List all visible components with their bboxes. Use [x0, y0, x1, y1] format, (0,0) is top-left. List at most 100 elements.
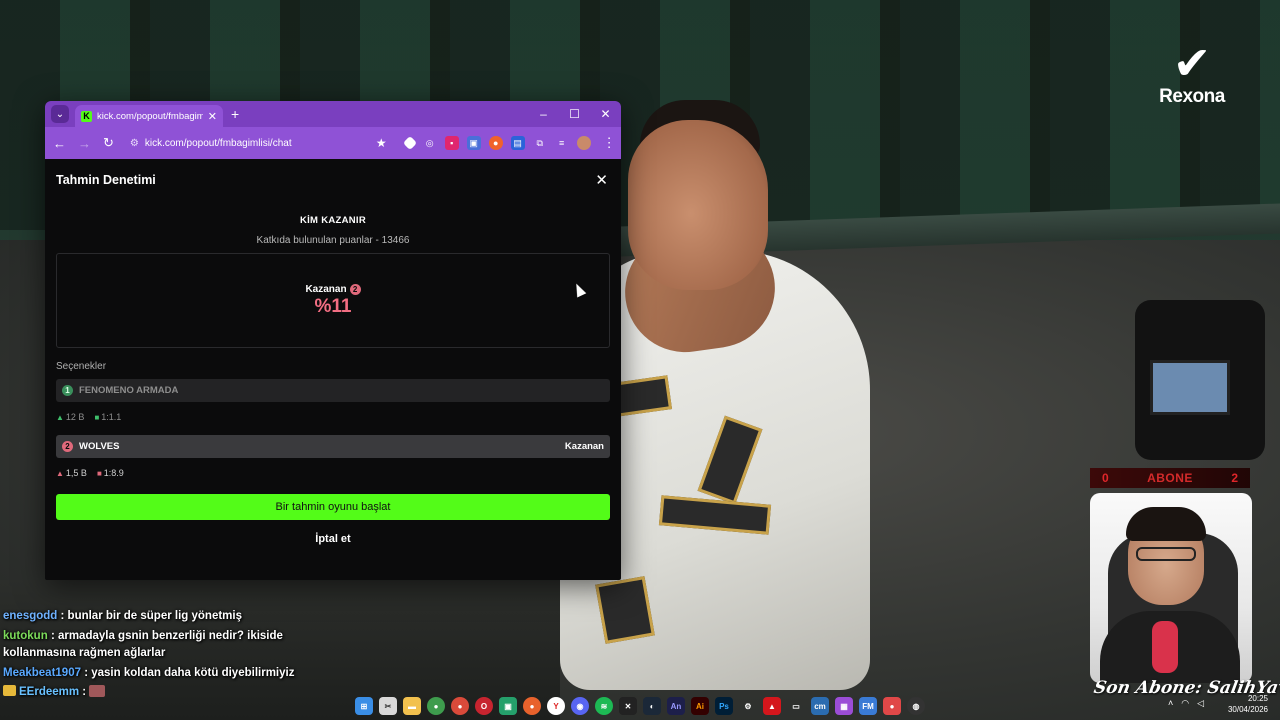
adobe-animate-icon[interactable]: An	[667, 697, 685, 715]
tray-up-icon[interactable]: ˄	[1168, 698, 1173, 709]
chat-text: : bunlar bir de süper lig yönetmiş	[60, 610, 242, 622]
fm-app-icon[interactable]: FM	[859, 697, 877, 715]
file-explorer-icon[interactable]: ▬	[403, 697, 421, 715]
cm-app-icon[interactable]: cm	[811, 697, 829, 715]
browser-tab[interactable]: K kick.com/popout/fmbagimlisi/c ✕	[75, 105, 223, 127]
streamer-webcam	[1090, 493, 1252, 683]
tab-search-icon[interactable]: ⌄	[51, 105, 69, 123]
option-name: WOLVES	[79, 441, 120, 452]
capcut-icon[interactable]: ✕	[619, 697, 637, 715]
prediction-panel: Tahmin Denetimi ✕ KİM KAZANIR Katkıda bu…	[45, 159, 621, 545]
chat-message: Meakbeat1907 : yasin koldan daha kötü di…	[3, 665, 303, 683]
forward-icon[interactable]: →	[78, 136, 91, 151]
option-row-1[interactable]: 1 FENOMENO ARMADA	[56, 379, 610, 402]
panel-title: Tahmin Denetimi	[56, 173, 156, 187]
extensions-puzzle-icon[interactable]: ⧉	[533, 136, 547, 150]
minimize-button[interactable]: –	[528, 107, 559, 121]
option-ratio: 1:8.9	[103, 468, 124, 478]
option-name: FENOMENO ARMADA	[79, 385, 179, 396]
settings-icon[interactable]: ⚙	[739, 697, 757, 715]
taskbar-clock[interactable]: 20:25 30/04/2026	[1228, 693, 1268, 715]
adobe-photoshop-icon[interactable]: Ps	[715, 697, 733, 715]
winner-tag: Kazanan	[564, 441, 604, 452]
start-prediction-button[interactable]: Bir tahmin oyunu başlat	[56, 494, 610, 520]
winner-badge: 2	[349, 283, 361, 295]
option-index-badge: 2	[62, 441, 73, 452]
extension-window-icon[interactable]: ▣	[466, 136, 481, 150]
back-icon[interactable]: ←	[53, 136, 66, 151]
reload-icon[interactable]: ↻	[103, 135, 114, 151]
option-stats-2: ▲ 1,5 B ■ 1:8.9	[56, 466, 610, 480]
option-points: 12 B	[65, 412, 85, 422]
steam-icon[interactable]: ◐	[643, 697, 661, 715]
tab-close-icon[interactable]: ✕	[208, 110, 217, 123]
ratio-icon: ■	[96, 469, 102, 478]
app-green-icon[interactable]: ▣	[499, 697, 517, 715]
windows-start-icon[interactable]: ⊞	[355, 697, 373, 715]
counter-label: ABONE	[1147, 471, 1193, 485]
contributed-points: Katkıda bulunulan puanlar - 13466	[256, 235, 410, 246]
site-info-icon[interactable]: ⚙	[130, 138, 139, 149]
profile-avatar-icon[interactable]	[576, 136, 591, 150]
chat-message: enesgodd : bunlar bir de süper lig yönet…	[3, 608, 303, 626]
cancel-button[interactable]: İptal et	[56, 533, 610, 545]
chat-username: kutokun	[3, 629, 48, 642]
reading-list-icon[interactable]: ≡	[555, 136, 569, 150]
firefox-icon[interactable]: ●	[523, 697, 541, 715]
option-stats-1: ▲ 12 B ■ 1:1.1	[56, 410, 610, 424]
yandex-icon[interactable]: Y	[547, 697, 565, 715]
snipping-tool-icon[interactable]: ✂	[379, 697, 397, 715]
chat-username: Meakbeat1907	[3, 666, 81, 679]
opera-icon[interactable]: O	[475, 697, 493, 715]
points-icon: ▲	[56, 413, 64, 422]
kick-favicon-icon: K	[81, 110, 92, 122]
adobe-illustrator-icon[interactable]: Ai	[691, 697, 709, 715]
option-points: 1,5 B	[65, 468, 87, 478]
camera-icon[interactable]: ▭	[787, 697, 805, 715]
close-panel-icon[interactable]: ✕	[595, 171, 608, 189]
extension-blue-icon[interactable]: ▤	[510, 136, 525, 150]
taskbar: ⊞ ✂ ▬ ● ● O ▣ ● Y ◉ ≋ ✕ ◐ An Ai Ps ⚙ ▲ ▭…	[0, 692, 1280, 720]
options-label: Seçenekler	[56, 361, 107, 372]
system-tray: ˄ ◠ ◁	[1168, 698, 1204, 709]
address-bar[interactable]: ⚙ kick.com/popout/fmbagimlisi/chat	[126, 132, 346, 154]
winner-box: Kazanan 2 %11	[56, 253, 610, 348]
chrome-alt-icon[interactable]: ●	[451, 697, 469, 715]
spotify-icon[interactable]: ≋	[595, 697, 613, 715]
clock-date: 30/04/2026	[1227, 705, 1268, 714]
counter-right: 2	[1231, 471, 1238, 485]
navigation-bar: ← → ↻ ⚙ kick.com/popout/fmbagimlisi/chat…	[45, 127, 621, 159]
volume-icon[interactable]: ◁	[1197, 698, 1204, 709]
extension-diamond-icon[interactable]	[402, 135, 417, 151]
tab-title: kick.com/popout/fmbagimlisi/c	[97, 110, 203, 122]
browser-window: ⌄ K kick.com/popout/fmbagimlisi/c ✕ + – …	[45, 101, 621, 580]
discord-icon[interactable]: ◉	[571, 697, 589, 715]
clock-time: 20:25	[1247, 694, 1268, 703]
rexona-logo: ✔ Rexona	[1159, 37, 1225, 107]
maximize-button[interactable]: ☐	[559, 107, 590, 121]
bookmark-star-icon[interactable]: ★	[376, 136, 387, 150]
new-tab-icon[interactable]: +	[231, 106, 239, 122]
chrome-icon[interactable]: ●	[427, 697, 445, 715]
option-row-2[interactable]: 2 WOLVES Kazanan	[56, 435, 610, 458]
points-icon: ▲	[56, 469, 64, 478]
extension-glasses-icon[interactable]: ◎	[423, 136, 437, 150]
app-purple-icon[interactable]: ▦	[835, 697, 853, 715]
extension-pink-icon[interactable]: ▪	[444, 136, 459, 150]
obs-icon[interactable]: ◍	[907, 697, 925, 715]
extensions-row: ◎ ▪ ▣ ● ▤ ⧉ ≡	[402, 135, 591, 151]
acrobat-icon[interactable]: ▲	[763, 697, 781, 715]
tab-bar: ⌄ K kick.com/popout/fmbagimlisi/c ✕ + – …	[45, 101, 621, 127]
chat-text: : yasin koldan daha kötü diyebilirmiyiz	[84, 666, 295, 679]
winner-percent: %11	[314, 295, 352, 317]
browser-menu-icon[interactable]: ⋮	[603, 135, 616, 151]
recorder-icon[interactable]: ●	[883, 697, 901, 715]
network-icon[interactable]: ◠	[1181, 698, 1189, 709]
extension-orange-icon[interactable]: ●	[488, 136, 503, 150]
close-window-button[interactable]: ✕	[590, 107, 621, 121]
chat-username: enesgodd	[3, 610, 58, 622]
address-url: kick.com/popout/fmbagimlisi/chat	[144, 137, 292, 149]
winner-label: Kazanan	[305, 283, 347, 295]
chat-overlay: enesgodd : bunlar bir de süper lig yönet…	[3, 606, 303, 702]
chat-message: kutokun : armadayla gsnin benzerliği ned…	[3, 628, 303, 663]
